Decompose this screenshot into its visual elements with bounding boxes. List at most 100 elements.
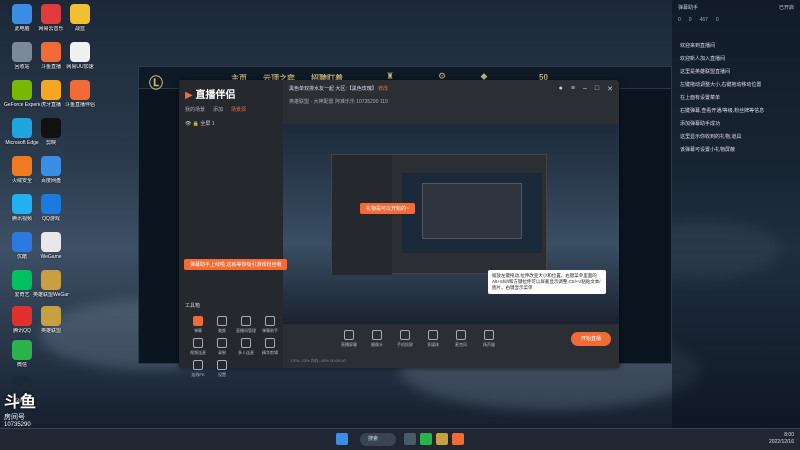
scene-item[interactable]: 👁 🔒 全屏 1 — [185, 120, 215, 127]
douyu-companion-icon — [70, 80, 90, 100]
panel-settings[interactable]: 已开启 — [779, 4, 794, 11]
desktop-battle[interactable]: 战蓝 — [62, 4, 98, 32]
desktop-baidu-pan[interactable]: 百度网盘 — [33, 156, 69, 184]
panel-stats: 0 0 467 0 — [672, 15, 800, 25]
desktop-lol[interactable]: 英雄联盟 — [33, 306, 69, 334]
panel-message: 欢迎新人加入直播间 — [680, 56, 726, 62]
stream-title[interactable]: 黑色单双排水友一起 大区:【黑色玫瑰】 修改 — [289, 85, 388, 92]
source-icon — [456, 330, 466, 340]
tab-scene-source[interactable]: 场景源 — [231, 106, 246, 113]
tool-label: 弹幕助手 — [262, 328, 278, 333]
tool-item[interactable]: 多人连麦 — [235, 338, 257, 356]
source-icon — [428, 330, 438, 340]
desktop-lol-wegame[interactable]: 英雄联盟WeGame版 — [33, 270, 69, 298]
panel-stat: 0 — [688, 17, 692, 23]
source-button[interactable]: 麦克风 — [449, 330, 473, 348]
tool-icon — [265, 338, 275, 348]
desktop-icon-label: WeGame — [40, 254, 62, 260]
start-stream-button[interactable]: 开始直播 — [571, 332, 611, 346]
tool-label: 美颜 — [218, 328, 226, 333]
panel-message: 这里显示你收到的礼物,道具 — [680, 134, 742, 140]
tool-icon — [217, 338, 227, 348]
desktop-douyu-companion[interactable]: 斗鱼直播伴侣 — [62, 80, 98, 108]
baidu-pan-icon — [41, 156, 61, 176]
tool-icon — [193, 338, 203, 348]
tool-item[interactable]: 精华剪辑 — [259, 338, 281, 356]
desktop-uu[interactable]: 网易UU加速 — [62, 42, 98, 70]
source-label: 扬声器 — [483, 342, 495, 347]
taskbar-clock[interactable]: 8:00 2022/12/16 — [769, 432, 794, 446]
tool-label: 录制 — [218, 350, 226, 355]
source-button[interactable]: 多媒体 — [421, 330, 445, 348]
panel-message: 右键弹幕,查看开通/等级,粉丝牌等信息 — [680, 108, 765, 114]
tool-icon — [193, 360, 203, 370]
tool-icon — [241, 338, 251, 348]
tool-item[interactable]: 连线PK — [187, 360, 209, 378]
desktop-capcut[interactable]: 剪映 — [33, 118, 69, 146]
taskbar-app-icon[interactable] — [420, 433, 432, 445]
panel-message: 欢迎来到直播间 — [680, 43, 716, 49]
tool-label: 多人连麦 — [238, 350, 254, 355]
desktop-qq-game[interactable]: QQ游戏 — [33, 194, 69, 222]
lol-logo-icon[interactable]: Ⓛ — [149, 73, 163, 93]
taskbar-lol-icon[interactable] — [436, 433, 448, 445]
tool-item[interactable]: 录制 — [211, 338, 233, 356]
tool-item[interactable]: 美颜 — [211, 316, 233, 334]
huorong-icon — [12, 156, 32, 176]
task-view-icon[interactable] — [404, 433, 416, 445]
panel-stat: 467 — [699, 17, 708, 23]
nested-preview — [402, 173, 542, 253]
tool-icon — [193, 316, 203, 326]
edit-title-link[interactable]: 修改 — [378, 86, 388, 92]
panel-stat: 0 — [678, 17, 681, 23]
tool-icon — [217, 316, 227, 326]
tool-item[interactable]: 直播间管理 — [235, 316, 257, 334]
source-label: 摄像头 — [371, 342, 383, 347]
taskbar-search[interactable]: 搜索 — [360, 433, 396, 446]
tool-icon — [241, 316, 251, 326]
danmaku-helper-tip[interactable]: 弹幕助手上线啦,这就等你吸引游戏粉丝哦 — [184, 259, 288, 270]
panel-stat: 0 — [715, 17, 719, 23]
lol-icon — [41, 306, 61, 326]
gift-tip[interactable]: 礼物是可以开始的~ — [360, 203, 415, 214]
watermark-logo: 斗鱼 — [4, 394, 37, 411]
douyu-companion-window[interactable]: ▶ 直播伴侣 我的场景 添加 场景源 👁 🔒 全屏 1 工具箱 弹幕 美颜 直播间管… — [179, 80, 619, 377]
desktop-wegame[interactable]: WeGame — [33, 232, 69, 260]
tab-add[interactable]: 添加 — [213, 106, 223, 113]
source-button[interactable]: 扬声器 — [477, 330, 501, 348]
menu-icon[interactable]: ≡ — [571, 85, 575, 93]
minimize-icon[interactable]: – — [583, 85, 587, 93]
panel-message: 添加弹幕助手成功 — [680, 121, 721, 127]
source-button[interactable]: 摄像头 — [365, 330, 389, 348]
wegame-icon — [41, 232, 61, 252]
window-controls: ● ≡ – □ ✕ — [559, 85, 613, 93]
tool-label: 连线PK — [191, 372, 205, 377]
taskbar-douyu-icon[interactable] — [452, 433, 464, 445]
panel-message: 该弹幕可设置小礼物屏蔽 — [680, 147, 736, 153]
stream-preview[interactable] — [283, 124, 619, 324]
source-button[interactable]: 直播屏幕 — [337, 330, 361, 348]
tool-item[interactable]: 弹幕助手 — [259, 316, 281, 334]
maximize-icon[interactable]: □ — [595, 85, 599, 93]
tool-item[interactable]: 弹幕 — [187, 316, 209, 334]
close-icon[interactable]: ✕ — [607, 85, 613, 93]
nested-preview-inner — [422, 183, 522, 239]
tool-item[interactable]: 视频连麦 — [187, 338, 209, 356]
nested-app-window — [331, 154, 547, 275]
start-icon[interactable] — [336, 433, 348, 445]
qq-icon — [12, 306, 32, 326]
desktop-wechat[interactable]: 微信 — [4, 340, 40, 368]
avatar-icon[interactable]: ● — [559, 85, 563, 93]
youku-icon — [12, 232, 32, 252]
tool-item[interactable]: 设置 — [211, 360, 233, 378]
source-button[interactable]: 手机投屏 — [393, 330, 417, 348]
tencent-video-icon — [12, 194, 32, 214]
douyu-logo-icon: ▶ — [185, 90, 193, 101]
geforce-icon — [12, 80, 32, 100]
tool-label: 视频连麦 — [190, 350, 206, 355]
status-line: CPU: 23% 内存: 45% 00:00:00 — [291, 358, 346, 363]
tab-my-scenes[interactable]: 我的场景 — [185, 106, 205, 113]
computer-icon — [12, 4, 32, 24]
clock-date: 2022/12/16 — [768, 439, 794, 445]
stream-info: 英雄联盟 · 大神配置 阿准乐乐 10735290 119 — [289, 99, 388, 105]
